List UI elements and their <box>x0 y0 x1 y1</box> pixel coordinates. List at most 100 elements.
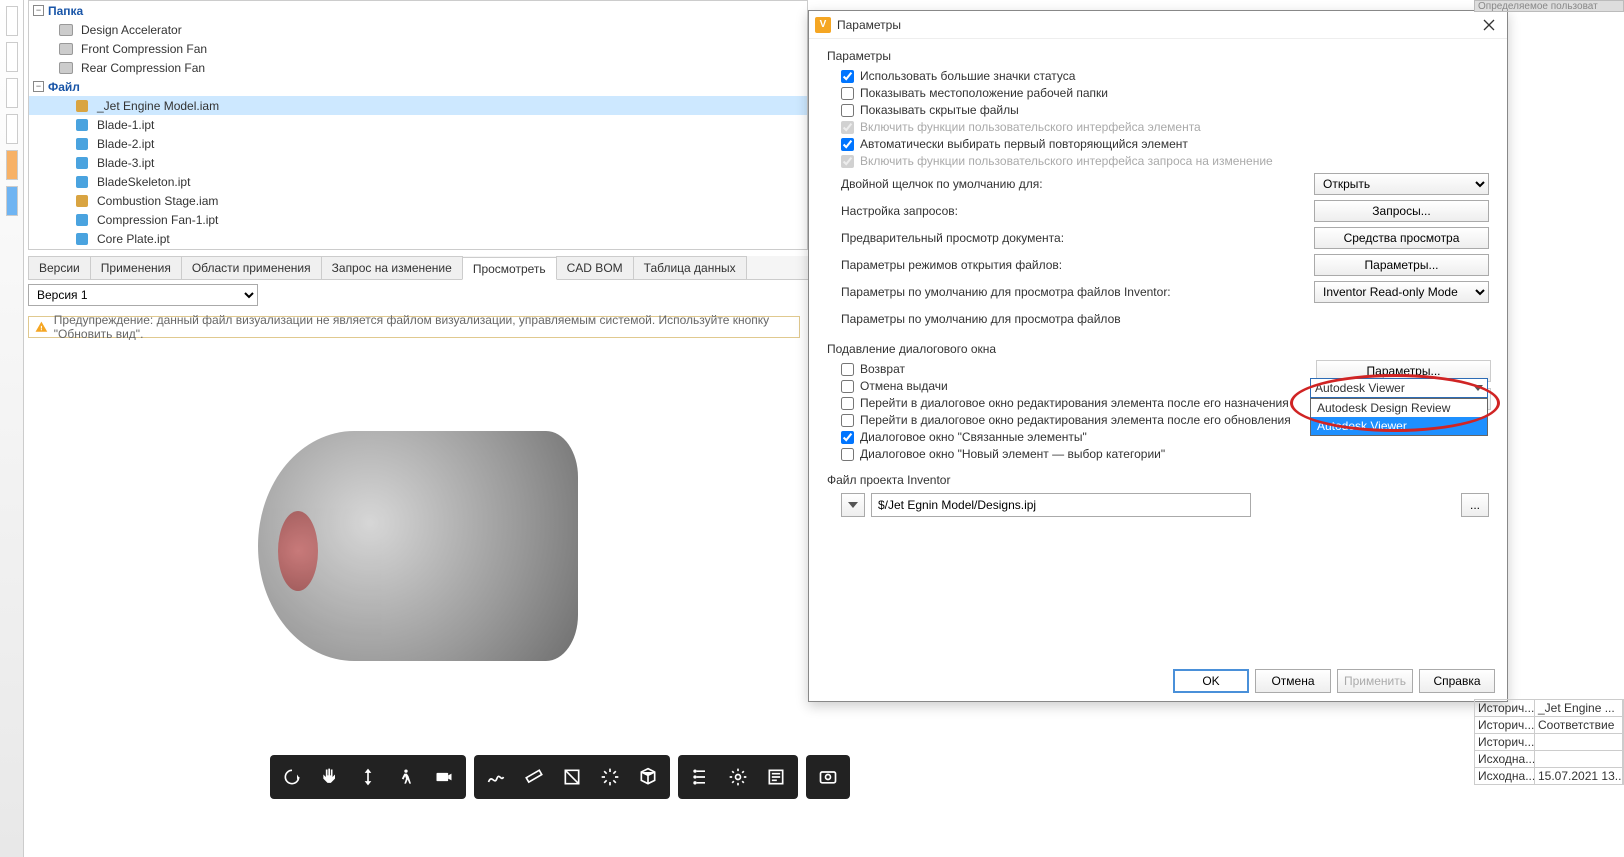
tab-3[interactable]: Запрос на изменение <box>321 256 463 279</box>
viewer-camera-button[interactable] <box>426 759 462 795</box>
checkbox[interactable] <box>841 70 854 83</box>
viewer-screenshot-button[interactable] <box>810 759 846 795</box>
model-viewport[interactable] <box>28 340 808 752</box>
dialog-titlebar[interactable]: V Параметры <box>809 11 1507 39</box>
help-button[interactable]: Справка <box>1419 669 1495 693</box>
tree-folder-item[interactable]: Rear Compression Fan <box>29 58 807 77</box>
file-icon <box>75 213 89 227</box>
property-row[interactable]: Исходна...15.07.2021 13... <box>1474 767 1624 785</box>
check-label: Включить функции пользовательского интер… <box>860 154 1273 168</box>
tree-icon <box>690 767 710 787</box>
checkbox[interactable] <box>841 448 854 461</box>
tab-0[interactable]: Версии <box>28 256 91 279</box>
dialog-title: Параметры <box>837 18 1477 32</box>
checkbox[interactable] <box>841 138 854 151</box>
check-label: Перейти в диалоговое окно редактирования… <box>860 413 1291 427</box>
checkbox[interactable] <box>841 414 854 427</box>
viewer-explode-button[interactable] <box>592 759 628 795</box>
checkbox[interactable] <box>841 380 854 393</box>
property-row[interactable]: Историч..._Jet Engine ... <box>1474 699 1624 717</box>
orbit-icon <box>282 767 302 787</box>
dropdown-item-design-review[interactable]: Autodesk Design Review <box>1311 399 1487 417</box>
tree-item-label: Compression Fan-1.ipt <box>97 213 218 227</box>
warning-text: Предупреждение: данный файл визуализации… <box>54 313 793 341</box>
dropdown-item-autodesk-viewer[interactable]: Autodesk Viewer <box>1311 417 1487 435</box>
viewer-measure-button[interactable] <box>516 759 552 795</box>
tree-file-item[interactable]: Blade-3.ipt <box>29 153 807 172</box>
checkbox[interactable] <box>841 431 854 444</box>
property-row[interactable]: Исходна... <box>1474 750 1624 768</box>
settings-icon <box>728 767 748 787</box>
file-icon <box>75 156 89 170</box>
param-check-4[interactable]: Автоматически выбирать первый повторяющи… <box>841 137 1489 151</box>
property-key: Историч... <box>1475 734 1535 750</box>
param-check-0[interactable]: Использовать большие значки статуса <box>841 69 1489 83</box>
project-dropdown-button[interactable] <box>841 493 865 517</box>
checkbox[interactable] <box>841 363 854 376</box>
ok-button[interactable]: OK <box>1173 669 1249 693</box>
property-value: _Jet Engine ... <box>1535 700 1623 716</box>
param-check-1[interactable]: Показывать местоположение рабочей папки <box>841 86 1489 100</box>
viewer-cube-button[interactable] <box>630 759 666 795</box>
param-label: Параметры по умолчанию для просмотра фай… <box>841 285 1314 299</box>
tab-4[interactable]: Просмотреть <box>462 257 557 280</box>
tab-5[interactable]: CAD BOM <box>556 256 634 279</box>
tab-2[interactable]: Области применения <box>181 256 322 279</box>
property-value <box>1535 734 1623 750</box>
warning-bar: Предупреждение: данный файл визуализации… <box>28 316 800 338</box>
viewer-settings-button[interactable] <box>720 759 756 795</box>
tab-1[interactable]: Применения <box>90 256 182 279</box>
version-select[interactable]: Версия 1 <box>28 284 258 306</box>
tree-item-label: Design Accelerator <box>81 23 182 37</box>
tab-6[interactable]: Таблица данных <box>633 256 747 279</box>
tree-folder-item[interactable]: Design Accelerator <box>29 20 807 39</box>
viewer-section-button[interactable] <box>554 759 590 795</box>
collapse-icon[interactable]: − <box>33 81 44 92</box>
screenshot-icon <box>818 767 838 787</box>
param-check-5: Включить функции пользовательского интер… <box>841 154 1489 168</box>
property-row[interactable]: Историч...Соответствие <box>1474 716 1624 734</box>
close-icon[interactable] <box>1477 13 1501 37</box>
app-icon: V <box>815 17 831 33</box>
tree-file-root[interactable]: − Файл <box>29 77 807 96</box>
tree-file-item[interactable]: Core Plate.ipt <box>29 229 807 248</box>
viewer-orbit-button[interactable] <box>274 759 310 795</box>
viewer-tree-button[interactable] <box>682 759 718 795</box>
check-label: Включить функции пользовательского интер… <box>860 120 1201 134</box>
tree-file-item[interactable]: Compression Fan-1.ipt <box>29 210 807 229</box>
param-button-3[interactable]: Параметры... <box>1314 254 1489 276</box>
model-preview-image <box>258 431 578 661</box>
tree-item-label: Blade-2.ipt <box>97 137 154 151</box>
tree-folder-item[interactable]: Front Compression Fan <box>29 39 807 58</box>
tree-file-item[interactable]: Blade-1.ipt <box>29 115 807 134</box>
measure-icon <box>524 767 544 787</box>
checkbox[interactable] <box>841 87 854 100</box>
tree-file-item[interactable]: Combustion Stage.iam <box>29 191 807 210</box>
tree-file-item[interactable]: _Jet Engine Model.iam <box>29 96 807 115</box>
viewer-walk-button[interactable] <box>388 759 424 795</box>
param-label: Параметры режимов открытия файлов: <box>841 258 1314 272</box>
param-button-1[interactable]: Запросы... <box>1314 200 1489 222</box>
file-viewer-default-select[interactable]: Autodesk Viewer <box>1310 378 1488 398</box>
param-select-0[interactable]: Открыть <box>1314 173 1489 195</box>
viewer-freehand-button[interactable] <box>478 759 514 795</box>
param-check-2[interactable]: Показывать скрытые файлы <box>841 103 1489 117</box>
check-label: Диалоговое окно "Связанные элементы" <box>860 430 1087 444</box>
viewer-pan-button[interactable] <box>312 759 348 795</box>
param-select-4[interactable]: Inventor Read-only Mode <box>1314 281 1489 303</box>
viewer-props-button[interactable] <box>758 759 794 795</box>
checkbox[interactable] <box>841 104 854 117</box>
collapse-icon[interactable]: − <box>33 5 44 16</box>
viewer-updown-button[interactable] <box>350 759 386 795</box>
tree-item-label: Blade-1.ipt <box>97 118 154 132</box>
project-path-input[interactable] <box>871 493 1251 517</box>
tree-folder-root[interactable]: − Папка <box>29 1 807 20</box>
cancel-button[interactable]: Отмена <box>1255 669 1331 693</box>
checkbox[interactable] <box>841 397 854 410</box>
param-button-2[interactable]: Средства просмотра <box>1314 227 1489 249</box>
tree-file-item[interactable]: BladeSkeleton.ipt <box>29 172 807 191</box>
property-row[interactable]: Историч... <box>1474 733 1624 751</box>
tree-file-item[interactable]: Blade-2.ipt <box>29 134 807 153</box>
browse-button[interactable]: ... <box>1461 493 1489 517</box>
suppress-check-5[interactable]: Диалоговое окно "Новый элемент — выбор к… <box>841 447 1489 461</box>
